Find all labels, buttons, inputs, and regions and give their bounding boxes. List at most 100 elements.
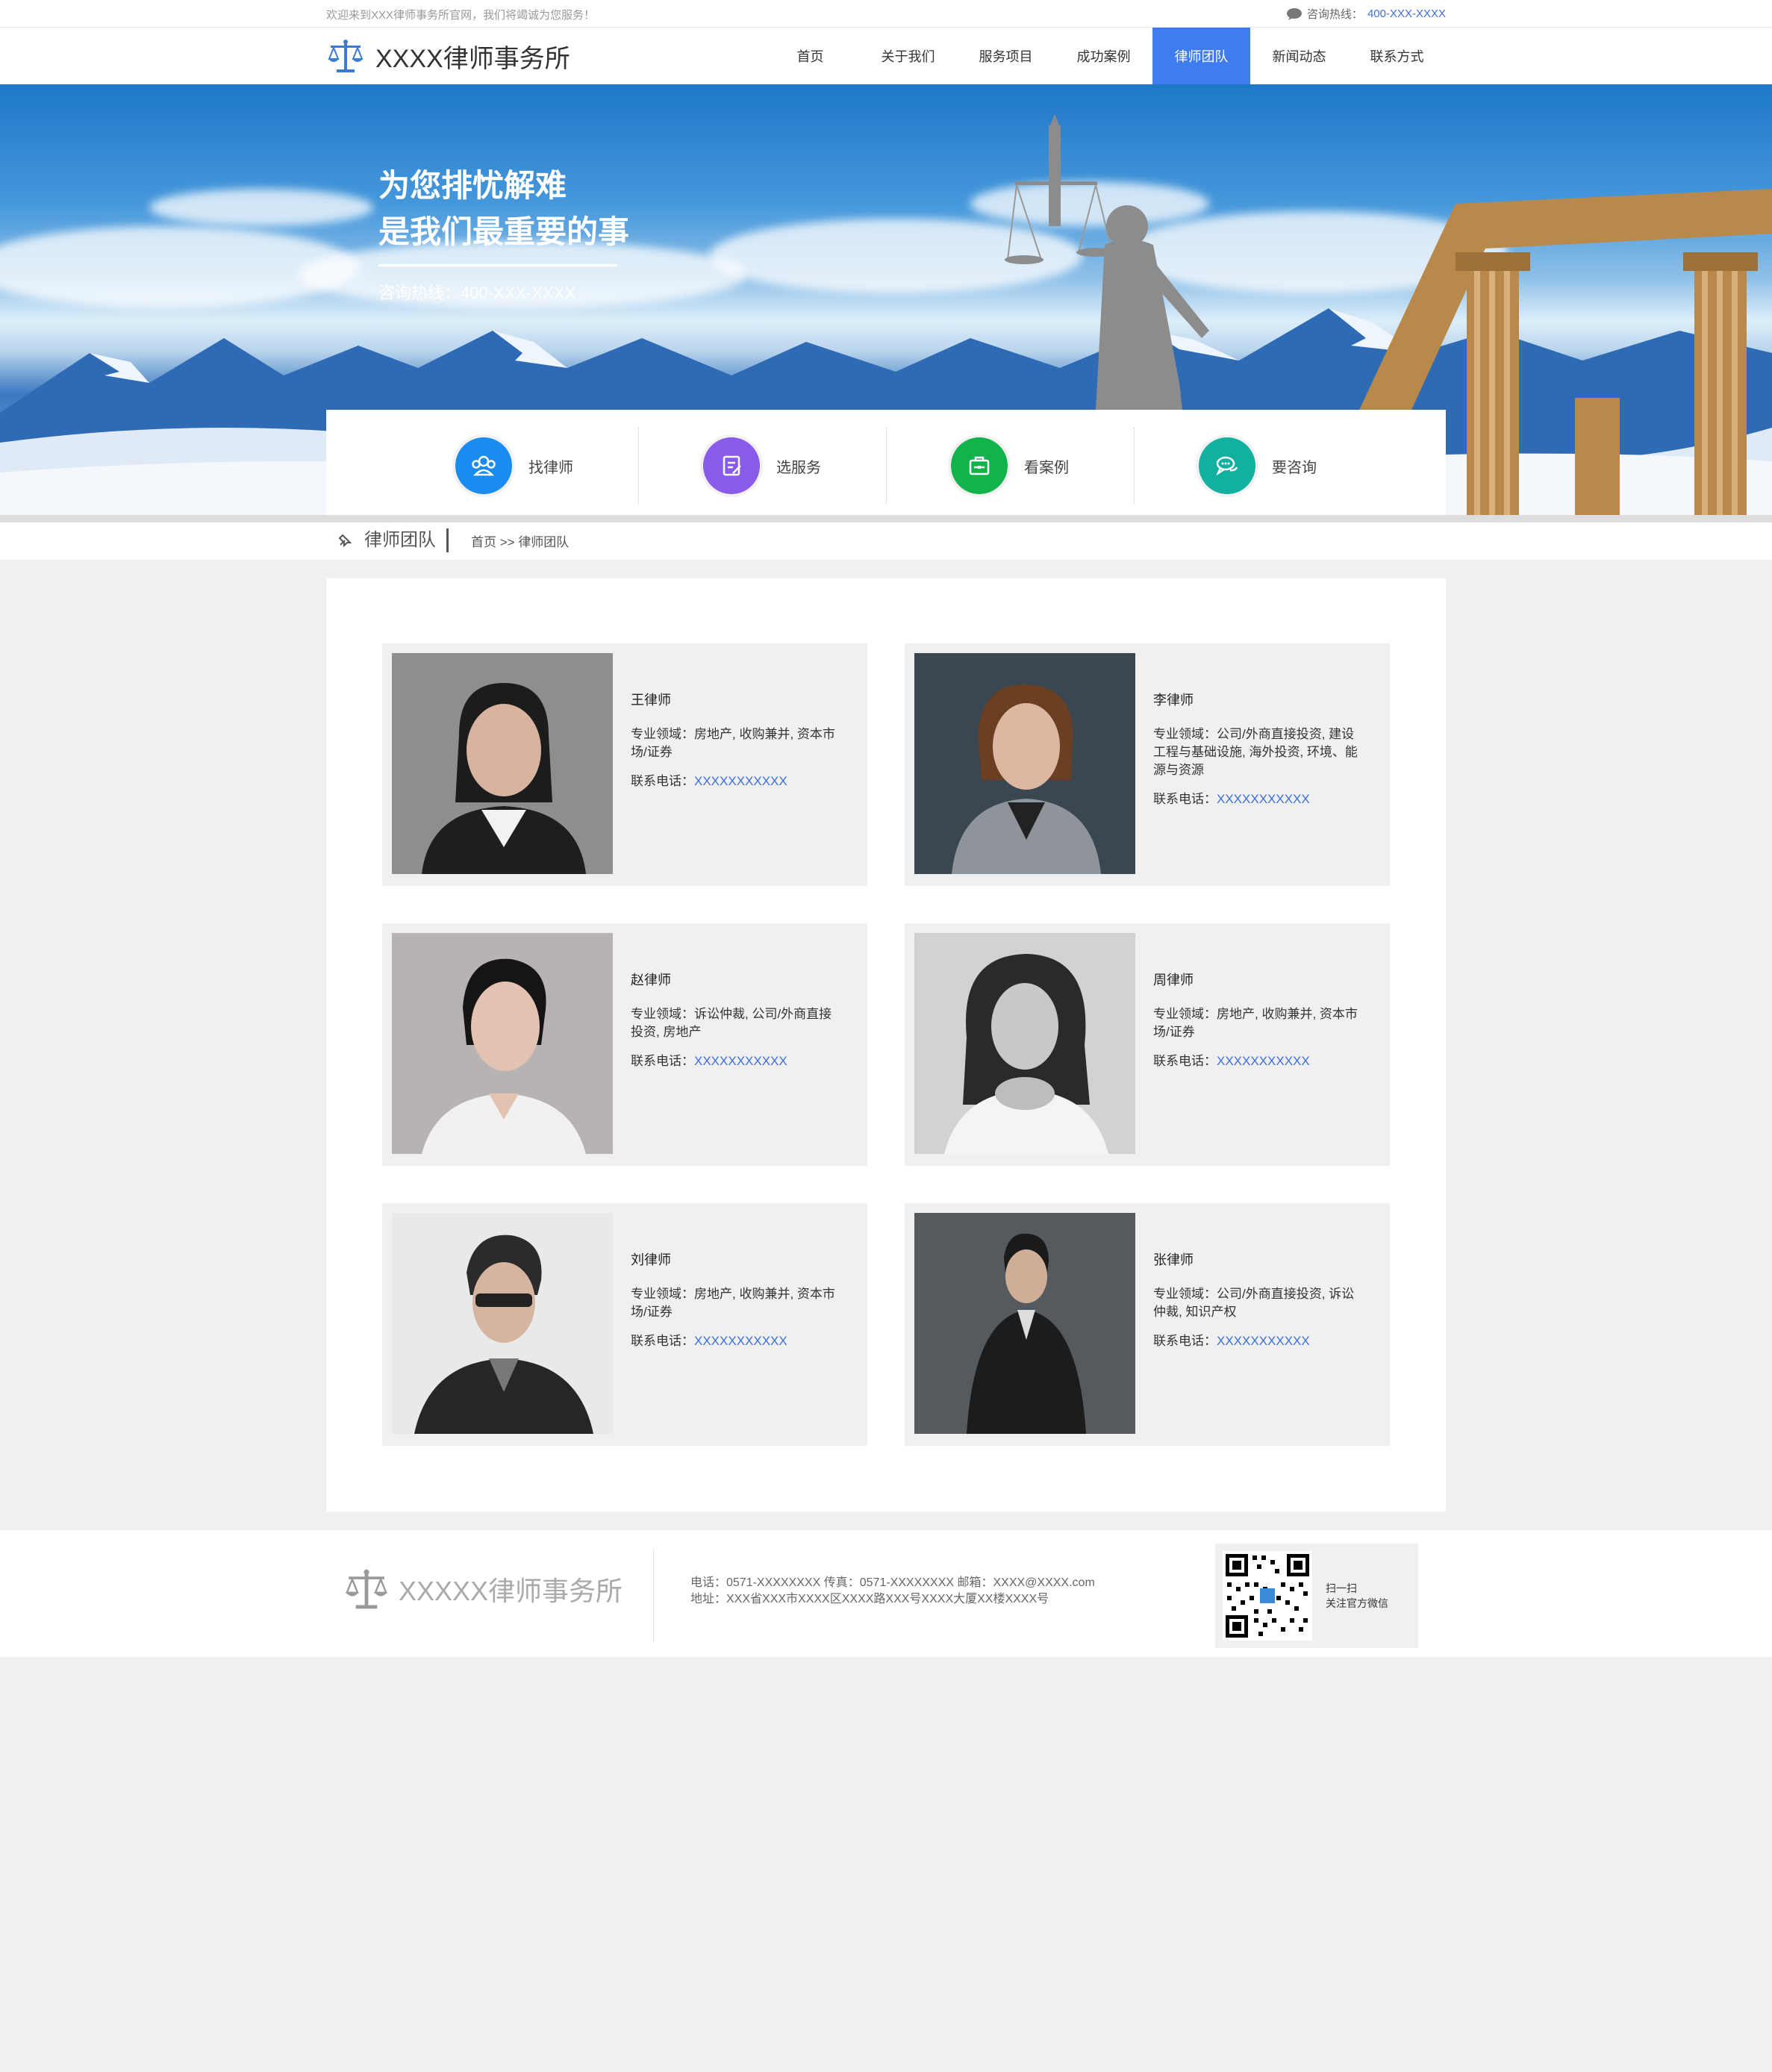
banner-line1: 为您排忧解难 [378,168,567,203]
quick-label: 要咨询 [1272,459,1317,476]
footer-contact: 电话：0571-XXXXXXXX 传真：0571-XXXXXXXX 邮箱：XXX… [690,1575,1095,1608]
lawyer-phone: 联系电话：XXXXXXXXXXX [631,770,840,789]
qr-caption-line2: 关注官方微信 [1326,1597,1388,1609]
lawyer-name: 周律师 [1153,973,1194,987]
lawyer-phone: 联系电话：XXXXXXXXXXX [1153,1330,1362,1349]
lawyer-field: 专业领域：公司/外商直接投资, 建设工程与基础设施, 海外投资, 环境、能源与资… [1153,727,1358,777]
chat-bubble-icon [1286,7,1302,20]
breadcrumb: 律师团队 首页 >> 律师团队 [336,528,569,552]
qr-caption: 扫一扫 关注官方微信 [1326,1581,1388,1611]
phone-link[interactable]: XXXXXXXXXXX [694,1054,787,1068]
top-bar: 欢迎来到XXX律师事务所官网，我们将竭诚为您服务！ 咨询热线： 400-XXX-… [0,0,1772,28]
lawyer-name: 王律师 [631,693,671,708]
phone-link[interactable]: XXXXXXXXXXX [1217,1334,1310,1348]
lawyer-info: 周律师 专业领域：房地产, 收购兼并, 资本市场/证券 联系电话：XXXXXXX… [1153,970,1362,1069]
lawyer-name: 刘律师 [631,1252,671,1267]
people-icon [455,437,512,494]
lawyer-info: 刘律师 专业领域：房地产, 收购兼并, 资本市场/证券 联系电话：XXXXXXX… [631,1249,840,1349]
nav-home[interactable]: 首页 [761,28,859,84]
phone-label: 联系电话： [631,774,694,788]
quick-label: 选服务 [776,459,821,476]
phone-label: 联系电话： [631,1334,694,1348]
site-header: XXXX律师事务所 首页 关于我们 服务项目 成功案例 律师团队 新闻动态 联系… [0,28,1772,84]
phone-label: 联系电话： [1153,1334,1217,1348]
welcome-text: 欢迎来到XXX律师事务所官网，我们将竭诚为您服务！ [326,9,596,22]
phone-link[interactable]: XXXXXXXXXXX [1217,1054,1310,1068]
lawyer-phone: 联系电话：XXXXXXXXXXX [1153,1050,1362,1069]
lawyer-card[interactable]: 赵律师 专业领域：诉讼仲裁, 公司/外商直接投资, 房地产 联系电话：XXXXX… [382,923,867,1166]
qr-caption-line1: 扫一扫 [1326,1582,1357,1594]
lawyer-name: 张律师 [1153,1252,1194,1267]
quick-consult[interactable]: 要咨询 [1134,428,1382,504]
phone-label: 联系电话： [631,1054,694,1068]
scales-of-justice-icon [346,1569,387,1609]
lawyer-field: 专业领域：房地产, 收购兼并, 资本市场/证券 [631,727,835,759]
nav-contact[interactable]: 联系方式 [1348,28,1446,84]
hotline-label: 咨询热线： [1306,8,1363,21]
lawyer-phone: 联系电话：XXXXXXXXXXX [631,1330,840,1349]
quick-view-cases[interactable]: 看案例 [886,428,1134,504]
lawyer-card[interactable]: 王律师 专业领域：房地产, 收购兼并, 资本市场/证券 联系电话：XXXXXXX… [382,643,867,886]
quick-label: 找律师 [528,459,573,476]
lawyer-phone: 联系电话：XXXXXXXXXXX [631,1050,840,1069]
lawyer-photo [392,933,613,1154]
quick-choose-service[interactable]: 选服务 [638,428,886,504]
footer-address-line: 地址：XXX省XXX市XXXX区XXXX路XXX号XXXX大厦XX楼XXXX号 [690,1593,1049,1606]
lawyer-field: 专业领域：公司/外商直接投资, 诉讼仲裁, 知识产权 [1153,1287,1355,1319]
page-title: 律师团队 [364,528,449,552]
logo-text: XXXX律师事务所 [375,44,570,73]
quick-label: 看案例 [1024,459,1069,476]
breadcrumb-bar: 律师团队 首页 >> 律师团队 [0,515,1772,560]
lawyer-card[interactable]: 张律师 专业领域：公司/外商直接投资, 诉讼仲裁, 知识产权 联系电话：XXXX… [905,1203,1390,1446]
lawyer-name: 李律师 [1153,693,1194,708]
lawyer-field: 专业领域：诉讼仲裁, 公司/外商直接投资, 房地产 [631,1007,832,1039]
lawyer-card[interactable]: 李律师 专业领域：公司/外商直接投资, 建设工程与基础设施, 海外投资, 环境、… [905,643,1390,886]
lawyer-info: 张律师 专业领域：公司/外商直接投资, 诉讼仲裁, 知识产权 联系电话：XXXX… [1153,1249,1362,1349]
nav-about[interactable]: 关于我们 [859,28,957,84]
top-hotline: 咨询热线： 400-XXX-XXXX [1286,6,1446,22]
quick-find-lawyer[interactable]: 找律师 [390,428,638,504]
hotline-number[interactable]: 400-XXX-XXXX [1367,7,1446,20]
breadcrumb-path[interactable]: 首页 >> 律师团队 [471,531,569,550]
lawyer-phone: 联系电话：XXXXXXXXXXX [1153,788,1362,807]
site-logo[interactable]: XXXX律师事务所 [326,37,570,75]
banner-hotline: 咨询热线：400-XXX-XXXX [378,284,576,302]
lawyer-name: 赵律师 [631,973,671,987]
document-icon [703,437,760,494]
footer-logo[interactable]: XXXXX律师事务所 [343,1566,623,1612]
scales-of-justice-icon [328,40,364,72]
nav-services[interactable]: 服务项目 [957,28,1055,84]
phone-link[interactable]: XXXXXXXXXXX [694,774,787,788]
pin-icon [338,534,352,548]
wechat-qr-box: 扫一扫 关注官方微信 [1215,1544,1418,1648]
banner-line2: 是我们最重要的事 [378,214,630,249]
lawyer-photo [392,653,613,874]
nav-team[interactable]: 律师团队 [1152,28,1250,84]
briefcase-icon [951,437,1008,494]
lawyer-info: 王律师 专业领域：房地产, 收购兼并, 资本市场/证券 联系电话：XXXXXXX… [631,690,840,789]
banner-divider [378,264,617,266]
phone-link[interactable]: XXXXXXXXXXX [694,1334,787,1348]
lawyer-card[interactable]: 周律师 专业领域：房地产, 收购兼并, 资本市场/证券 联系电话：XXXXXXX… [905,923,1390,1166]
footer-divider [653,1549,654,1642]
nav-cases[interactable]: 成功案例 [1055,28,1152,84]
lawyer-photo [392,1213,613,1434]
lawyer-info: 李律师 专业领域：公司/外商直接投资, 建设工程与基础设施, 海外投资, 环境、… [1153,690,1362,807]
footer-contact-line: 电话：0571-XXXXXXXX 传真：0571-XXXXXXXX 邮箱：XXX… [690,1576,1095,1589]
lawyer-card[interactable]: 刘律师 专业领域：房地产, 收购兼并, 资本市场/证券 联系电话：XXXXXXX… [382,1203,867,1446]
qr-code [1223,1551,1312,1641]
lawyer-photo [914,1213,1135,1434]
lawyer-field: 专业领域：房地产, 收购兼并, 资本市场/证券 [1153,1007,1358,1039]
main-nav: 首页 关于我们 服务项目 成功案例 律师团队 新闻动态 联系方式 [761,28,1446,84]
phone-label: 联系电话： [1153,1054,1217,1068]
lawyer-info: 赵律师 专业领域：诉讼仲裁, 公司/外商直接投资, 房地产 联系电话：XXXXX… [631,970,840,1069]
nav-news[interactable]: 新闻动态 [1250,28,1348,84]
phone-link[interactable]: XXXXXXXXXXX [1217,792,1310,806]
lawyer-list: 王律师 专业领域：房地产, 收购兼并, 资本市场/证券 联系电话：XXXXXXX… [326,578,1446,1511]
lawyer-field: 专业领域：房地产, 收购兼并, 资本市场/证券 [631,1287,835,1319]
lawyer-photo [914,653,1135,874]
footer-logo-text: XXXXX律师事务所 [399,1576,623,1606]
lawyer-photo [914,933,1135,1154]
phone-label: 联系电话： [1153,792,1217,806]
quick-links: 找律师 选服务 看案例 要咨询 [326,410,1446,522]
